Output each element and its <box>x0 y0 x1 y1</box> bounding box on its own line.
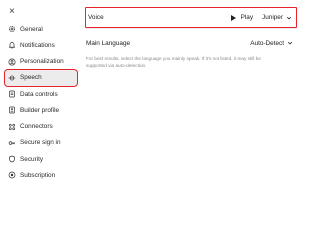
sidebar-item-data-controls[interactable]: Data controls <box>5 86 77 102</box>
play-button-label: Play <box>240 14 254 21</box>
sidebar-item-label: Subscription <box>20 171 56 179</box>
sidebar-item-label: Secure sign in <box>20 139 61 147</box>
voice-label: Voice <box>88 14 104 21</box>
voice-select[interactable]: Juniper <box>262 14 292 21</box>
chevron-down-icon <box>286 16 292 19</box>
person-icon <box>8 57 16 66</box>
circle-dot-icon <box>8 171 16 179</box>
sidebar-item-label: Builder profile <box>20 106 60 114</box>
sidebar-item-builder-profile[interactable]: Builder profile <box>5 102 77 118</box>
speech-settings-panel: Voice Play Juniper Main Language Auto-De… <box>85 7 297 69</box>
language-select-value: Auto-Detect <box>250 39 284 47</box>
sidebar-item-personalization[interactable]: Personalization <box>5 54 77 70</box>
sidebar-item-label: Notifications <box>20 41 55 49</box>
main-language-row: Main Language Auto-Detect <box>85 32 297 54</box>
language-help-text: For best results, select the language yo… <box>86 56 261 68</box>
sidebar-item-subscription[interactable]: Subscription <box>5 167 77 183</box>
key-icon <box>8 139 16 147</box>
language-select[interactable]: Auto-Detect <box>250 40 293 47</box>
sidebar-item-label: Connectors <box>20 123 53 130</box>
play-button[interactable]: Play <box>230 14 254 21</box>
settings-sidebar: General Notifications Personalization Sp… <box>4 21 78 184</box>
divider <box>86 28 296 29</box>
sidebar-item-label: Speech <box>20 74 42 82</box>
sidebar-item-label: Personalization <box>20 58 64 65</box>
gear-icon <box>8 25 16 33</box>
waveform-icon <box>8 74 16 82</box>
grid-icon <box>8 123 16 131</box>
sidebar-item-speech[interactable]: Speech <box>4 68 78 87</box>
sidebar-item-label: Security <box>20 155 44 163</box>
id-card-icon <box>8 106 16 114</box>
close-button[interactable]: × <box>9 7 19 17</box>
voice-setting-row: Voice Play Juniper <box>85 7 297 28</box>
voice-select-value: Juniper <box>262 14 283 21</box>
sidebar-item-secure-sign-in[interactable]: Secure sign in <box>5 135 77 151</box>
sidebar-item-label: General <box>20 25 43 33</box>
sidebar-item-label: Data controls <box>20 90 58 98</box>
sidebar-item-connectors[interactable]: Connectors <box>5 119 77 135</box>
chevron-down-icon <box>287 41 293 45</box>
main-language-label: Main Language <box>86 39 131 47</box>
settings-dialog: × General Notifications Personalization … <box>0 0 300 247</box>
database-icon <box>8 90 16 98</box>
sidebar-item-security[interactable]: Security <box>5 151 77 167</box>
bell-icon <box>8 41 16 49</box>
sidebar-item-general[interactable]: General <box>5 21 77 37</box>
shield-icon <box>8 155 16 163</box>
play-icon <box>230 14 236 21</box>
sidebar-item-notifications[interactable]: Notifications <box>5 37 77 53</box>
